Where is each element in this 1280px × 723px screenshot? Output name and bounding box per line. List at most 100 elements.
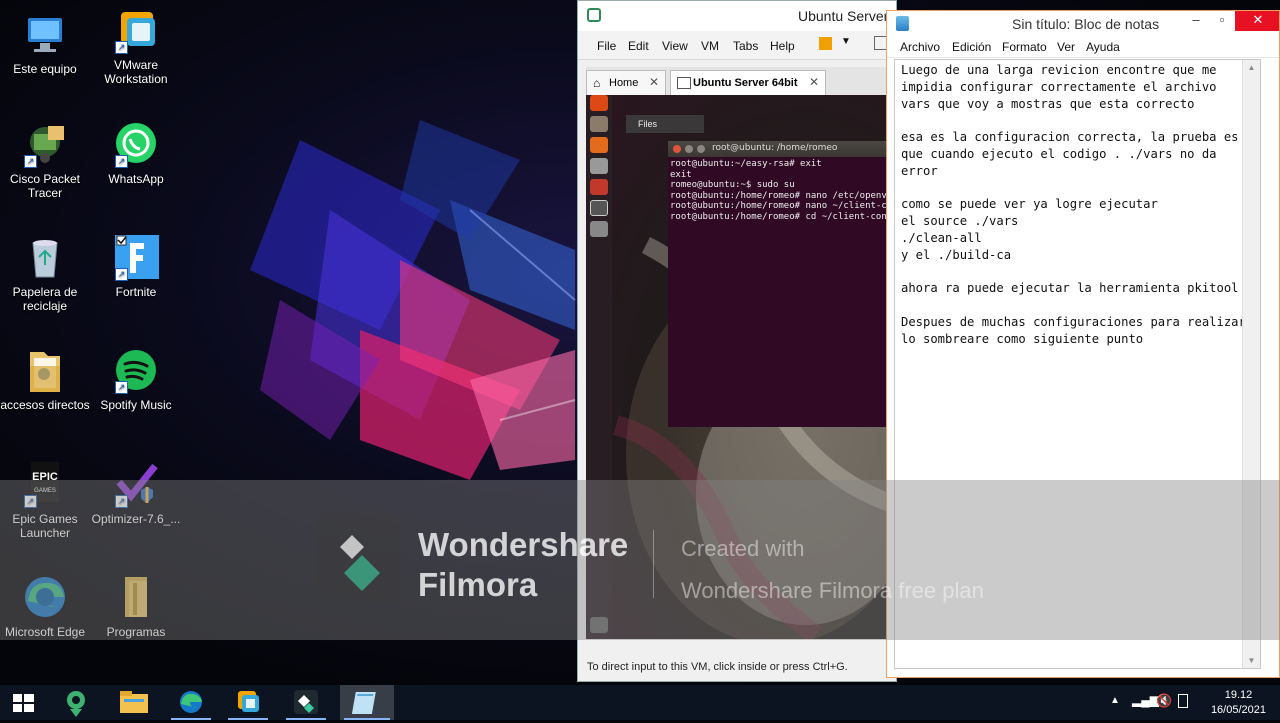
spotify-icon: ↗ [113, 348, 159, 394]
menu-tabs[interactable]: Tabs [733, 39, 758, 53]
menu-help[interactable]: Help [770, 39, 795, 53]
firefox-icon[interactable] [590, 137, 608, 153]
edge-icon [22, 575, 68, 621]
chevron-down-icon[interactable]: ▼ [841, 36, 851, 47]
terminal-window[interactable]: root@ubuntu: /home/romeo root@ubuntu:~/e… [668, 141, 896, 427]
settings-icon[interactable] [590, 158, 608, 174]
scroll-up-icon[interactable]: ▲ [1243, 63, 1260, 72]
close-icon[interactable] [673, 145, 681, 153]
desktop-icon-fortnite[interactable]: ↗ Fortnite [91, 235, 181, 299]
vmware-status-bar: To direct input to this VM, click inside… [578, 655, 896, 681]
menu-formato[interactable]: Formato [1002, 40, 1047, 54]
filmora-icon[interactable] [282, 685, 330, 720]
shortcut-arrow-icon: ↗ [115, 381, 128, 394]
desktop-icon-programas[interactable]: Programas [91, 575, 181, 639]
vmware-icon[interactable] [224, 685, 272, 720]
maximize-icon[interactable] [697, 145, 705, 153]
desktop-icon-label: Este equipo [13, 62, 77, 76]
menu-archivo[interactable]: Archivo [900, 40, 940, 54]
close-button[interactable]: ✕ [1235, 11, 1279, 31]
signal-icon[interactable]: ▂▄▆ [1132, 693, 1159, 707]
file-explorer-icon[interactable] [110, 685, 158, 720]
notepad-content[interactable]: Luego de una larga revicion encontre que… [895, 60, 1260, 350]
minimize-button[interactable]: – [1183, 11, 1209, 31]
watermark-brand-line1: Wondershare [418, 526, 629, 563]
shortcut-arrow-icon: ↗ [115, 155, 128, 168]
notepad-icon[interactable] [340, 685, 394, 720]
desktop-icon-papelera[interactable]: Papelera de reciclaje [0, 235, 90, 313]
desktop-icon-label: Optimizer-7.6_... [91, 512, 181, 526]
desktop-icon-cisco-packet-tracer[interactable]: ↗ Cisco Packet Tracer [0, 122, 90, 200]
svg-text:EPIC: EPIC [32, 471, 58, 483]
watermark-brand-line2: Filmora [418, 566, 538, 603]
notepad-icon [896, 16, 909, 31]
fortnite-icon: ↗ [113, 235, 159, 281]
desktop-icon-microsoft-edge[interactable]: Microsoft Edge [0, 575, 90, 639]
pause-icon[interactable] [819, 37, 832, 50]
desktop-icon-label: Microsoft Edge [4, 625, 86, 639]
battery-icon[interactable] [1178, 694, 1188, 708]
shortcut-arrow-icon: ↗ [24, 495, 37, 508]
menu-ver[interactable]: Ver [1057, 40, 1075, 54]
notepad-title-bar[interactable]: Sin título: Bloc de notas – ▫ ✕ [887, 11, 1279, 35]
pin-app-icon[interactable] [52, 685, 100, 720]
edge-icon[interactable] [167, 685, 215, 720]
vertical-scrollbar[interactable]: ▲ ▼ [1242, 60, 1260, 668]
tab-label: Home [609, 77, 639, 89]
shortcut-arrow-icon: ↗ [115, 495, 128, 508]
desktop-icon-accesos-directos[interactable]: accesos directos [0, 348, 90, 412]
desktop-icon-label: VMware Workstation [104, 58, 168, 86]
desktop-icon-este-equipo[interactable]: Este equipo [0, 12, 90, 76]
desktop-icon-label: Papelera de reciclaje [12, 285, 78, 313]
tab-ubuntu-server[interactable]: Ubuntu Server 64bit ✕ [670, 70, 826, 95]
menu-edit[interactable]: Edit [628, 39, 649, 53]
vm-icon [677, 77, 691, 89]
windows-start-icon[interactable] [0, 685, 48, 720]
menu-file[interactable]: File [597, 39, 616, 53]
terminal-title-bar[interactable]: root@ubuntu: /home/romeo [668, 141, 896, 157]
filmora-logo [316, 513, 400, 605]
desktop-icon-whatsapp[interactable]: ↗ WhatsApp [91, 122, 181, 186]
desktop-icon-epic-games[interactable]: EPIC GAMES ↗ Epic Games Launcher [0, 462, 90, 540]
scroll-down-icon[interactable]: ▼ [1243, 656, 1260, 665]
ubuntu-dash-icon[interactable] [590, 95, 608, 111]
clock-time: 19.12 [1224, 689, 1253, 701]
watermark-created-line2: Wondershare Filmora free plan [681, 578, 984, 603]
vmware-title-bar[interactable]: Ubuntu Server [578, 1, 896, 31]
desktop-icon-label: accesos directos [0, 398, 90, 412]
folder-icon [22, 348, 68, 394]
menu-vm[interactable]: VM [701, 39, 719, 53]
epic-games-icon: EPIC GAMES ↗ [22, 462, 68, 508]
desktop-icon-label: Cisco Packet Tracer [9, 172, 81, 200]
vmware-icon: ↗ [113, 8, 159, 54]
system-tray: ▲ ▂▄▆ 🔇 [1108, 685, 1208, 720]
folder-icon [113, 575, 159, 621]
chevron-up-icon[interactable]: ▲ [1110, 695, 1120, 706]
trash-icon[interactable] [590, 617, 608, 633]
close-icon[interactable]: ✕ [649, 75, 659, 89]
desktop-icon-vmware-workstation[interactable]: ↗ VMware Workstation [91, 8, 181, 86]
taskbar-clock[interactable]: 19.12 16/05/2021 [1211, 688, 1266, 718]
menu-edicion[interactable]: Edición [952, 40, 991, 54]
desktop-icon-label: Programas [106, 625, 166, 639]
files-icon[interactable] [590, 116, 608, 132]
clock-date: 16/05/2021 [1210, 704, 1266, 716]
menu-ayuda[interactable]: Ayuda [1086, 40, 1120, 54]
terminal-icon[interactable] [590, 200, 608, 216]
volume-muted-icon[interactable]: 🔇 [1156, 693, 1172, 709]
desktop-icon-spotify[interactable]: ↗ Spotify Music [91, 348, 181, 412]
window-title: Sin título: Bloc de notas [1012, 16, 1160, 32]
notepad-menu-bar: Archivo Edición Formato Ver Ayuda [887, 35, 1279, 58]
menu-view[interactable]: View [662, 39, 688, 53]
desktop-icon-optimizer[interactable]: ↗ Optimizer-7.6_... [91, 462, 181, 526]
minimize-icon[interactable] [685, 145, 693, 153]
drive-icon[interactable] [590, 221, 608, 237]
maximize-button[interactable]: ▫ [1209, 11, 1235, 31]
home-icon: ⌂ [593, 76, 601, 90]
computer-icon [22, 12, 68, 58]
software-center-icon[interactable] [590, 179, 608, 195]
tab-home[interactable]: ⌂ Home ✕ [586, 70, 666, 95]
files-topbar-label: Files [626, 115, 704, 133]
close-icon[interactable]: ✕ [809, 75, 819, 89]
terminal-output[interactable]: root@ubuntu:~/easy-rsa# exit exit romeo@… [668, 157, 896, 224]
